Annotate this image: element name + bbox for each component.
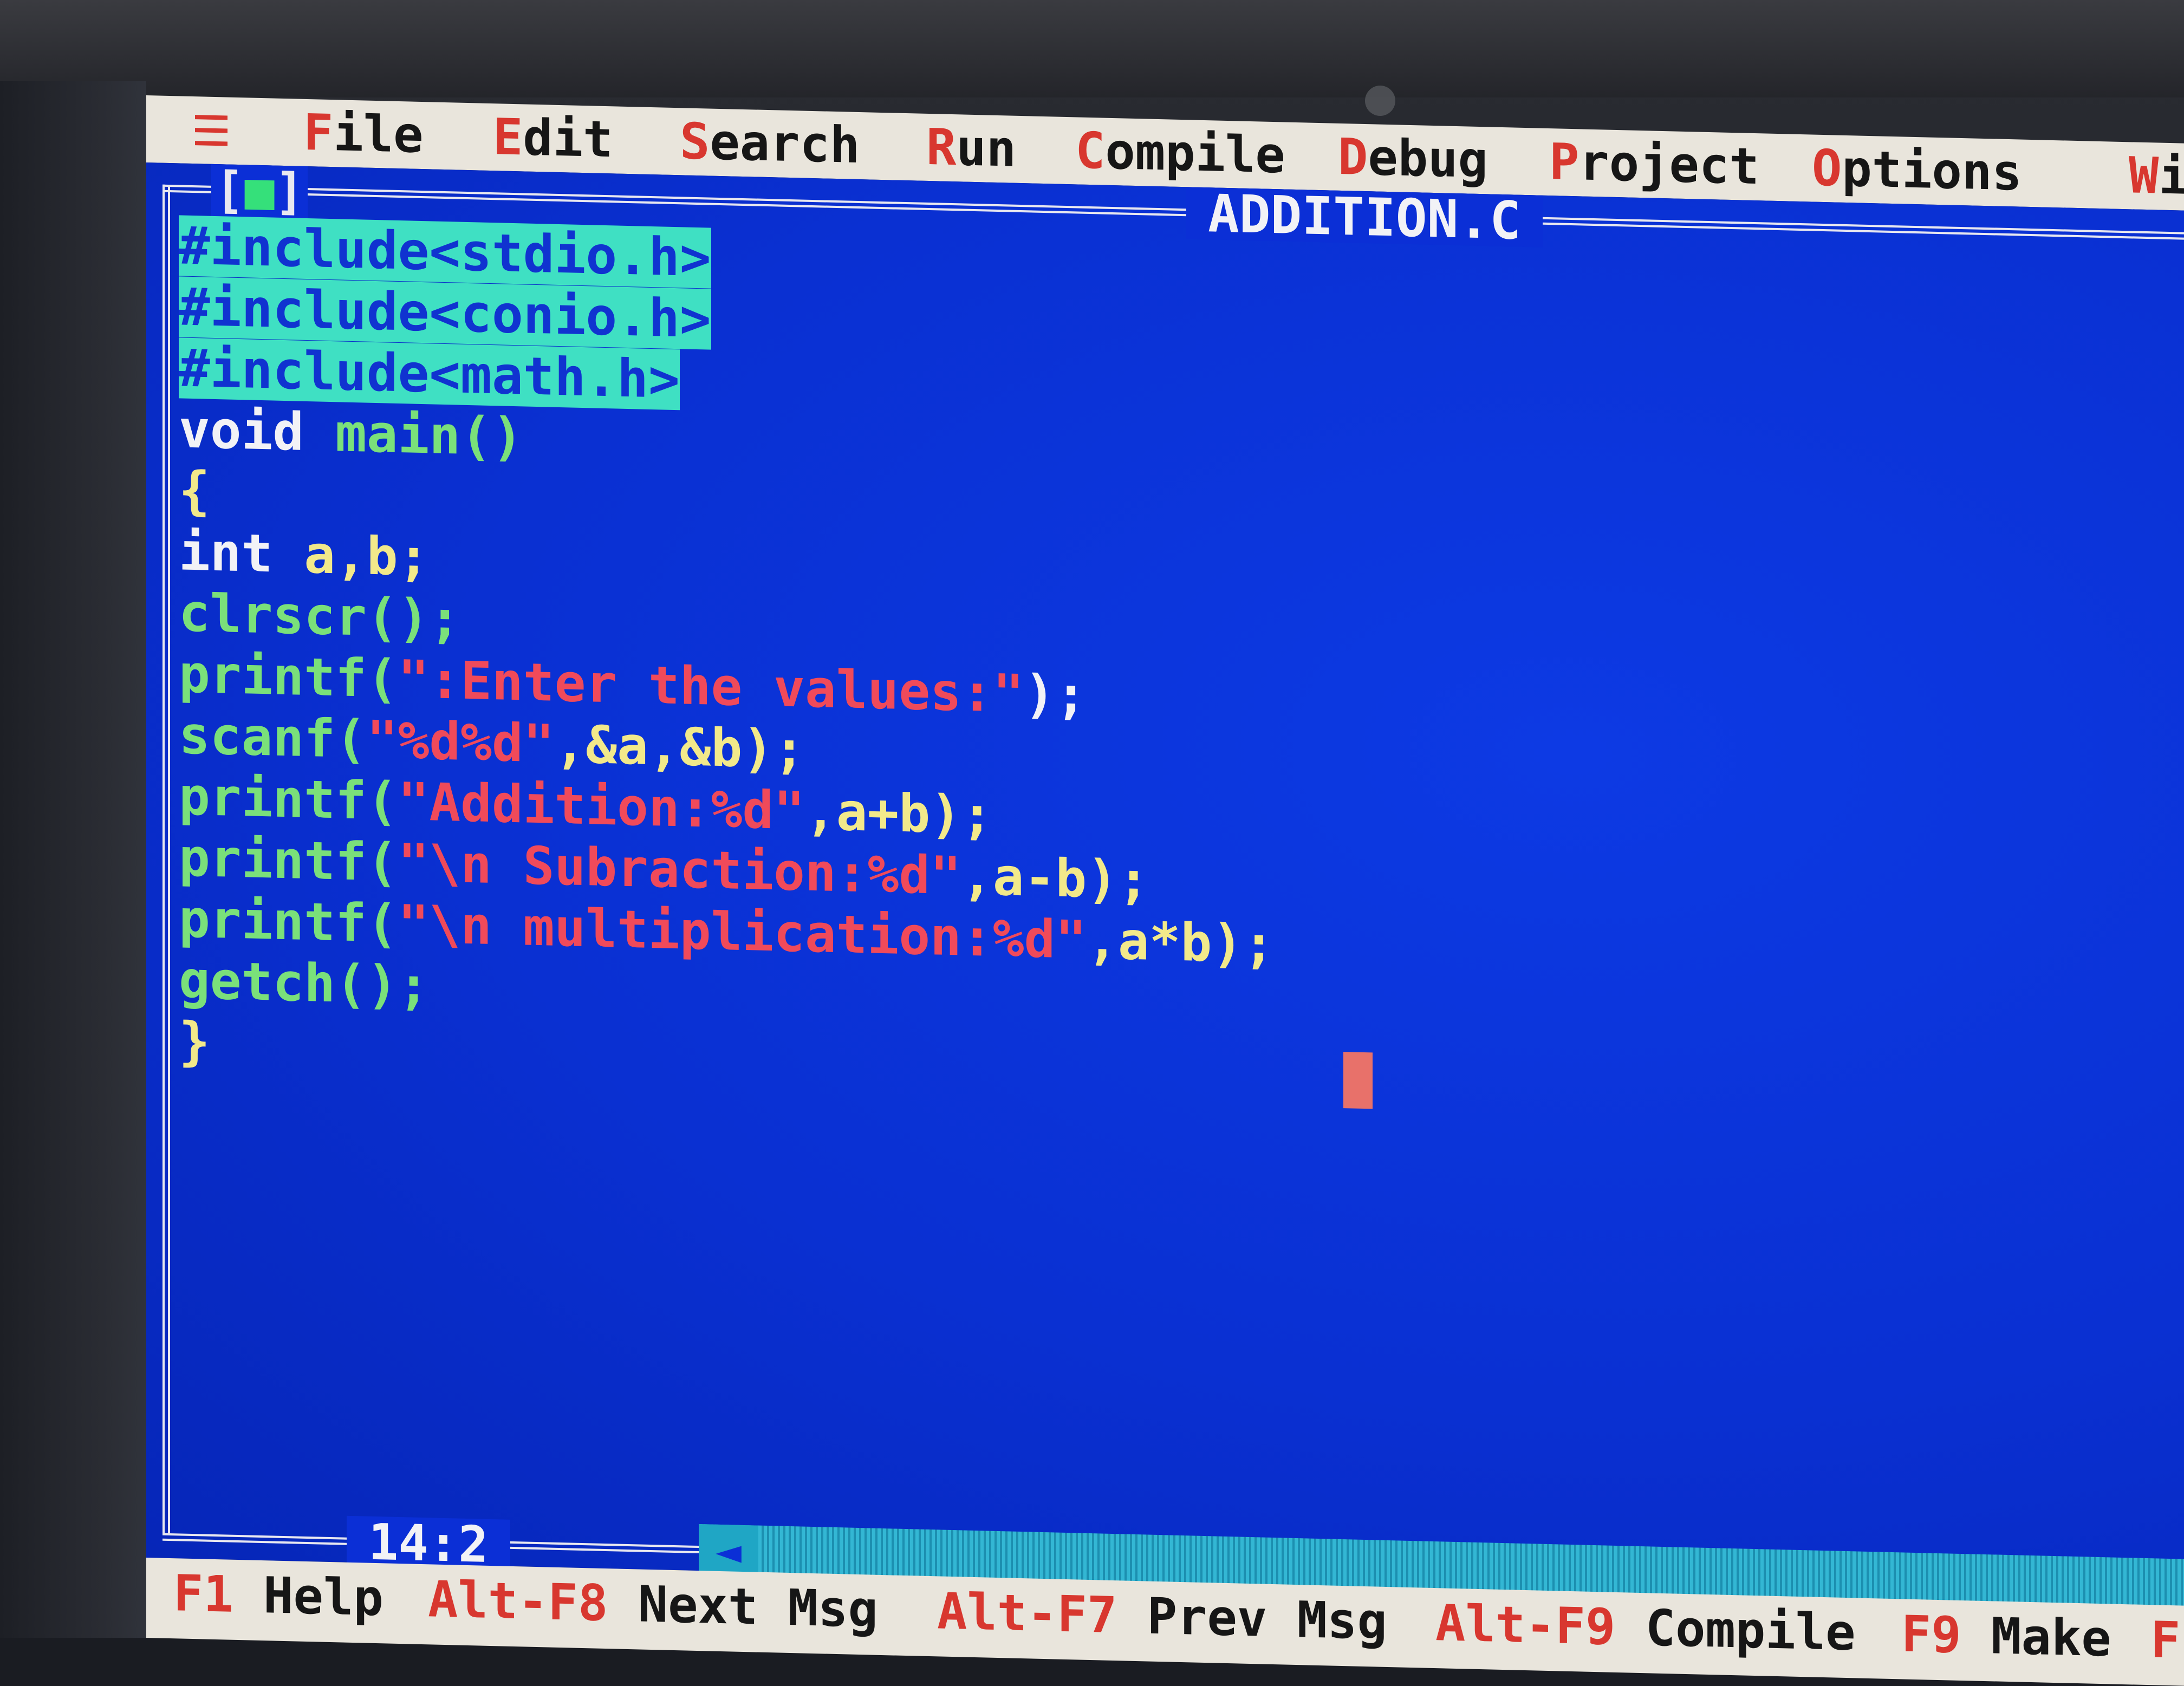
close-box-icon: ■ <box>244 161 275 220</box>
menu-search[interactable]: Search <box>680 108 860 179</box>
hint-f1-help[interactable]: F1 Help <box>173 1558 384 1633</box>
code-token: { <box>179 460 210 522</box>
window-title: ADDITION.C <box>1186 183 1543 251</box>
menu-compile[interactable]: Compile <box>1075 117 1285 189</box>
menu-edit[interactable]: Edit <box>493 103 613 173</box>
code-token: a,b; <box>304 524 430 588</box>
code-token: main() <box>335 402 523 468</box>
menu-run[interactable]: Run <box>926 114 1016 183</box>
editor-window: [■] ADDITION.C #include<stdio.h> #include… <box>146 161 2184 1611</box>
window-frame-left <box>162 184 170 1534</box>
menu-project[interactable]: Project <box>1549 128 1759 200</box>
webcam-icon <box>1365 86 1395 116</box>
monitor-bezel-top <box>0 0 2184 97</box>
code-token: "Addition:%d" <box>398 771 805 842</box>
hamburger-menu-icon[interactable] <box>195 109 227 151</box>
text-cursor <box>1343 1052 1373 1109</box>
menu-window[interactable]: Wi <box>2129 142 2184 211</box>
code-token: ,a*b); <box>1087 909 1275 975</box>
window-close-button[interactable]: [■] <box>211 161 308 221</box>
code-token: clrscr(); <box>179 582 461 650</box>
selected-code-text: #include<math.h> <box>179 337 680 411</box>
code-token: printf( <box>179 827 398 893</box>
code-token: } <box>179 1011 210 1072</box>
hint-more[interactable]: F <box>2150 1605 2180 1676</box>
hint-make[interactable]: F9 Make <box>1901 1599 2111 1674</box>
menu-options[interactable]: Options <box>1812 134 2022 206</box>
scroll-left-arrow-icon[interactable]: ◄ <box>699 1524 758 1578</box>
dos-screen: File Edit Search Run Compile Debug Proje… <box>146 95 2184 1686</box>
code-token: void <box>179 399 335 464</box>
menu-debug[interactable]: Debug <box>1338 123 1488 194</box>
selected-code-text: #include<conio.h> <box>179 276 711 350</box>
code-token: scanf( <box>179 705 367 770</box>
menu-file[interactable]: File <box>303 99 424 169</box>
code-token: ,&a,&b); <box>554 713 805 780</box>
hint-compile[interactable]: Alt-F9 Compile <box>1435 1588 1855 1668</box>
code-token: getch(); <box>179 949 430 1017</box>
code-token: printf( <box>179 888 398 954</box>
code-token: ); <box>1024 663 1087 726</box>
selected-code-text: #include<stdio.h> <box>179 215 711 289</box>
code-token: "%d%d" <box>366 709 555 774</box>
code-token: ,a-b); <box>961 845 1149 911</box>
monitor-bezel-left <box>0 81 146 1638</box>
code-token: int <box>179 521 304 585</box>
hint-next-msg[interactable]: Alt-F8 Next Msg <box>428 1564 878 1645</box>
code-token: printf( <box>179 643 398 709</box>
code-area[interactable]: #include<stdio.h> #include<conio.h> #inclu… <box>179 215 1695 1108</box>
code-token: ,a+b); <box>804 780 993 846</box>
hint-prev-msg[interactable]: Alt-F7 Prev Msg <box>937 1576 1387 1657</box>
code-token: printf( <box>179 766 398 832</box>
